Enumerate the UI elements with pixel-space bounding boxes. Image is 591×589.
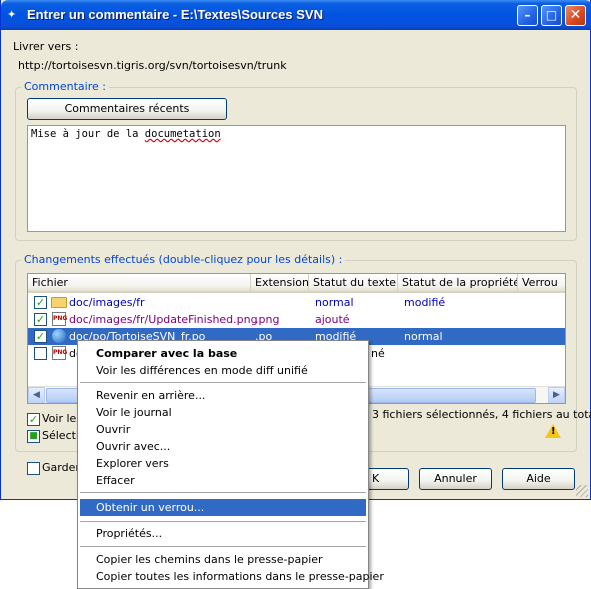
column-header-prop-status[interactable]: Statut de la propriété xyxy=(398,274,518,293)
menu-separator xyxy=(80,382,366,383)
changes-group-title: Changements effectués (double-cliquez po… xyxy=(21,253,346,266)
menu-item-copy-paths[interactable]: Copier les chemins dans le presse-papier xyxy=(80,551,366,568)
close-button[interactable]: ✕ xyxy=(565,5,586,26)
row-checkbox[interactable]: ✓ xyxy=(34,330,47,343)
menu-item-unified-diff[interactable]: Voir les différences en mode diff unifié xyxy=(80,362,366,379)
row-file: doc/images/fr xyxy=(69,296,145,309)
row-checkbox[interactable]: ✓ xyxy=(34,313,47,326)
menu-item-show-log[interactable]: Voir le journal xyxy=(80,404,366,421)
scroll-right-icon[interactable]: ▶ xyxy=(548,387,565,403)
globe-icon xyxy=(52,329,66,343)
menu-item-get-lock[interactable]: Obtenir un verrou... xyxy=(80,499,366,516)
scroll-left-icon[interactable]: ◀ xyxy=(28,387,45,403)
column-header-lock[interactable]: Verrou xyxy=(518,274,565,293)
row-checkbox[interactable]: ✓ xyxy=(34,296,47,309)
context-menu: Comparer avec la base Voir les différenc… xyxy=(77,340,384,589)
maximize-button[interactable]: □ xyxy=(541,5,562,26)
menu-item-copy-all-info[interactable]: Copier toutes les informations dans le p… xyxy=(80,568,384,585)
message-text: Mise à jour de la xyxy=(31,128,139,140)
menu-item-revert[interactable]: Revenir en arrière... xyxy=(80,387,366,404)
menu-item-compare-base[interactable]: Comparer avec la base xyxy=(80,345,366,362)
row-checkbox[interactable] xyxy=(34,347,47,360)
tortoise-icon: ✦ xyxy=(7,8,17,21)
table-row[interactable]: ✓ PNG doc/images/fr/UpdateFinished.png .… xyxy=(28,311,565,328)
warning-mark: ! xyxy=(551,426,556,437)
table-row[interactable]: ✓ doc/images/fr normal modifié xyxy=(28,294,565,311)
cancel-button[interactable]: Annuler xyxy=(419,468,492,490)
row-extension: .png xyxy=(255,313,280,326)
row-text-status: ajouté xyxy=(315,313,350,326)
png-file-icon: PNG xyxy=(52,312,67,326)
commit-message-input[interactable]: Mise à jour de la documetation xyxy=(27,125,566,232)
commit-url: http://tortoisesvn.tigris.org/svn/tortoi… xyxy=(18,59,287,72)
selection-summary: 3 fichiers sélectionnés, 4 fichiers au t… xyxy=(372,408,591,421)
menu-item-delete[interactable]: Effacer xyxy=(80,472,366,489)
menu-separator xyxy=(80,546,366,547)
row-prop-status: normal xyxy=(404,330,443,343)
folder-icon xyxy=(51,297,67,308)
row-prop-status: modifié xyxy=(404,296,446,309)
show-unversioned-checkbox[interactable]: ✓ xyxy=(27,413,40,426)
keep-locks-label: Garder xyxy=(42,461,80,474)
menu-item-properties[interactable]: Propriétés... xyxy=(80,525,366,542)
window-title: Entrer un commentaire - E:\Textes\Source… xyxy=(27,7,323,22)
select-all-checkbox[interactable]: ■ xyxy=(27,430,40,443)
menu-separator xyxy=(80,521,366,522)
row-text-status: né xyxy=(371,347,385,360)
row-text-status: normal xyxy=(315,296,354,309)
commit-to-label: Livrer vers : xyxy=(13,40,79,53)
column-header-text-status[interactable]: Statut du texte xyxy=(309,274,398,293)
misspelled-word: documetation xyxy=(144,128,221,140)
menu-item-explore-to[interactable]: Explorer vers xyxy=(80,455,366,472)
minimize-button[interactable]: – xyxy=(517,5,538,26)
resize-grip-icon[interactable] xyxy=(576,485,588,497)
column-header-extension[interactable]: Extension xyxy=(251,274,309,293)
help-button[interactable]: Aide xyxy=(502,468,575,490)
menu-separator xyxy=(80,492,366,493)
keep-locks-checkbox[interactable] xyxy=(27,462,40,475)
menu-item-open-with[interactable]: Ouvrir avec... xyxy=(80,438,366,455)
row-file: doc/images/fr/UpdateFinished.png xyxy=(69,313,258,326)
message-group-title: Commentaire : xyxy=(21,80,109,93)
recent-messages-button[interactable]: Commentaires récents xyxy=(27,98,227,120)
title-bar[interactable]: ✦ Entrer un commentaire - E:\Textes\Sour… xyxy=(1,0,591,30)
menu-item-open[interactable]: Ouvrir xyxy=(80,421,366,438)
ok-button-label: K xyxy=(372,472,380,485)
png-file-icon: PNG xyxy=(52,346,67,360)
column-header-file[interactable]: Fichier xyxy=(28,274,251,293)
